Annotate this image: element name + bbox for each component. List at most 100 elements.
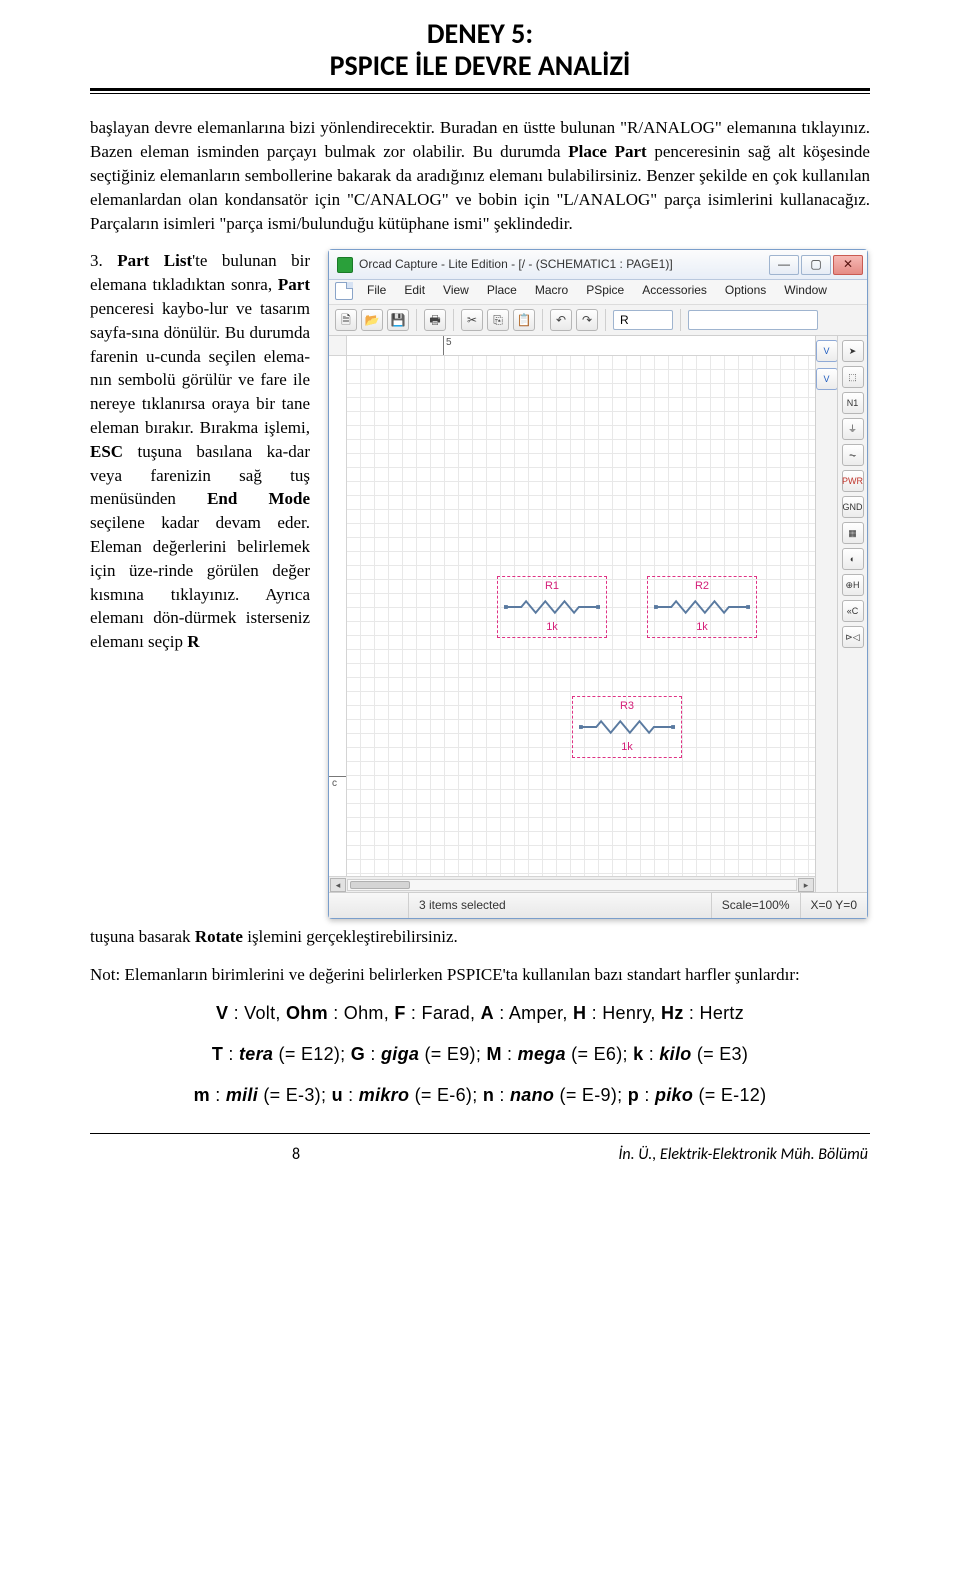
menu-file[interactable]: File — [359, 280, 394, 301]
place-part-label: Place Part — [568, 142, 646, 161]
redo-button[interactable]: ↷ — [576, 309, 598, 331]
print-button[interactable]: 🖶 — [424, 309, 446, 331]
rotate-label: Rotate — [195, 927, 243, 946]
resistor-value[interactable]: 1k — [696, 620, 708, 635]
menu-options[interactable]: Options — [717, 280, 774, 301]
menu-view[interactable]: View — [435, 280, 477, 301]
toolbar-sep-4 — [605, 309, 606, 331]
menu-pspice[interactable]: PSpice — [578, 280, 632, 301]
wire-tool-icon[interactable]: ⏚ — [842, 418, 864, 440]
titlebar: Orcad Capture - Lite Edition - [/ - (SCH… — [329, 250, 867, 280]
right-palette: ➤ ⬚ N1 ⏚ ⏦ PWR GND ▦ ◐ ⊕H «C ⊳◁ — [837, 336, 867, 892]
menu-place[interactable]: Place — [479, 280, 525, 301]
resistor-name[interactable]: R3 — [620, 699, 634, 714]
resistor-r3[interactable]: R3 1k — [572, 696, 682, 758]
cut-button[interactable]: ✂ — [461, 309, 483, 331]
units-block: V : Volt, Ohm : Ohm, F : Farad, A : Ampe… — [90, 1001, 870, 1109]
status-scale: Scale=100% — [712, 893, 801, 918]
toolbar-sep-5 — [680, 309, 681, 331]
resistor-symbol-icon — [579, 719, 675, 735]
p2f: tuşuna basarak — [90, 927, 195, 946]
vertical-ruler: c — [329, 356, 347, 876]
hierarchical-port-icon[interactable]: ⊕H — [842, 574, 864, 596]
p2e: seçilene kadar devam eder. Eleman değerl… — [90, 513, 310, 651]
status-selected: 3 items selected — [409, 893, 712, 918]
scroll-right-button[interactable]: ▸ — [798, 878, 814, 892]
resistor-r2[interactable]: R2 1k — [647, 576, 757, 638]
probe-v1-icon[interactable]: V — [816, 340, 838, 362]
orcad-screenshot: Orcad Capture - Lite Edition - [/ - (SCH… — [328, 249, 870, 919]
title-line-1: DENEY 5: — [427, 16, 533, 51]
title-block: DENEY 5: PSPICE İLE DEVRE ANALİZİ — [90, 18, 870, 82]
minimize-button[interactable]: — — [769, 255, 799, 275]
p2-num: 3. — [90, 251, 117, 270]
no-connect-icon[interactable]: «C — [842, 600, 864, 622]
toolbar-sep-3 — [542, 309, 543, 331]
scroll-track[interactable] — [347, 879, 797, 891]
canvas-wrapper[interactable]: R1 1k R2 1k R3 1k — [347, 356, 815, 876]
paragraph-2-tail: tuşuna basarak Rotate işlemini gerçekleş… — [90, 925, 870, 949]
paste-button[interactable]: 📋 — [513, 309, 535, 331]
maximize-button[interactable]: ▢ — [801, 255, 831, 275]
menu-accessories[interactable]: Accessories — [634, 280, 715, 301]
offpage-icon[interactable]: ◐ — [842, 548, 864, 570]
copy-button[interactable]: ⎘ — [487, 309, 509, 331]
undo-button[interactable]: ↶ — [550, 309, 572, 331]
search-input-2[interactable] — [688, 310, 818, 330]
menu-edit[interactable]: Edit — [396, 280, 433, 301]
close-button[interactable]: ✕ — [833, 255, 863, 275]
horizontal-scrollbar[interactable]: ◂ ▸ — [329, 876, 815, 892]
units-line-1: V : Volt, Ohm : Ohm, F : Farad, A : Ampe… — [90, 1001, 870, 1026]
rule-thick — [90, 88, 870, 91]
new-button[interactable]: 🗎 — [335, 309, 357, 331]
resistor-r1[interactable]: R1 1k — [497, 576, 607, 638]
note-paragraph: Not: Elemanların birimlerini ve değerini… — [90, 963, 870, 987]
title-line-2: PSPICE İLE DEVRE ANALİZİ — [330, 48, 631, 83]
p2g: işlemini gerçekleştirebilirsiniz. — [243, 927, 458, 946]
footer-right: İn. Ü., Elektrik-Elektronik Müh. Bölümü — [618, 1144, 868, 1166]
document-icon — [335, 282, 353, 300]
probe-v2-icon[interactable]: V — [816, 368, 838, 390]
footer: 8 İn. Ü., Elektrik-Elektronik Müh. Bölüm… — [90, 1134, 870, 1166]
units-line-3: m : mili (= E-3); u : mikro (= E-6); n :… — [90, 1083, 870, 1108]
part-name-input[interactable] — [613, 310, 673, 330]
resistor-value[interactable]: 1k — [546, 620, 558, 635]
part-list-label: Part List — [117, 251, 192, 270]
document-page: DENEY 5: PSPICE İLE DEVRE ANALİZİ başlay… — [0, 0, 960, 1206]
junction-icon[interactable]: ⊳◁ — [842, 626, 864, 648]
resistor-symbol-icon — [504, 599, 600, 615]
horizontal-ruler: 5 — [329, 336, 815, 356]
page-number: 8 — [92, 1144, 300, 1166]
resistor-value[interactable]: 1k — [621, 740, 633, 755]
toolbar-sep-1 — [416, 309, 417, 331]
content-columns: 3. Part List'te bulunan bir elemana tıkl… — [90, 249, 870, 919]
toolbar: 🗎 📂 💾 🖶 ✂ ⎘ 📋 ↶ ↷ — [329, 304, 867, 336]
part-label: Part — [278, 275, 310, 294]
save-button[interactable]: 💾 — [387, 309, 409, 331]
menu-macro[interactable]: Macro — [527, 280, 576, 301]
power-icon[interactable]: PWR — [842, 470, 864, 492]
menubar: File Edit View Place Macro PSpice Access… — [329, 280, 867, 304]
statusbar: 3 items selected Scale=100% X=0 Y=0 — [329, 892, 867, 918]
select-tool-icon[interactable]: ➤ — [842, 340, 864, 362]
window-title: Orcad Capture - Lite Edition - [/ - (SCH… — [359, 256, 673, 273]
ground-icon[interactable]: GND — [842, 496, 864, 518]
bus-tool-icon[interactable]: ⏦ — [842, 444, 864, 466]
hierarchical-block-icon[interactable]: ▦ — [842, 522, 864, 544]
app-icon — [337, 257, 353, 273]
workarea: c R1 1k R2 1k R3 1k — [329, 356, 815, 876]
open-button[interactable]: 📂 — [361, 309, 383, 331]
toolbar-sep-2 — [453, 309, 454, 331]
scroll-left-button[interactable]: ◂ — [330, 878, 346, 892]
scroll-thumb[interactable] — [350, 881, 410, 889]
place-part-icon[interactable]: ⬚ — [842, 366, 864, 388]
menu-window[interactable]: Window — [776, 280, 835, 301]
esc-label: ESC — [90, 442, 123, 461]
resistor-name[interactable]: R1 — [545, 579, 559, 594]
v-tick-c: c — [329, 776, 346, 791]
resistor-symbol-icon — [654, 599, 750, 615]
paragraph-1: başlayan devre elemanlarına bizi yönlend… — [90, 116, 870, 235]
left-palette: V V — [815, 336, 837, 892]
resistor-name[interactable]: R2 — [695, 579, 709, 594]
net-alias-icon[interactable]: N1 — [842, 392, 864, 414]
